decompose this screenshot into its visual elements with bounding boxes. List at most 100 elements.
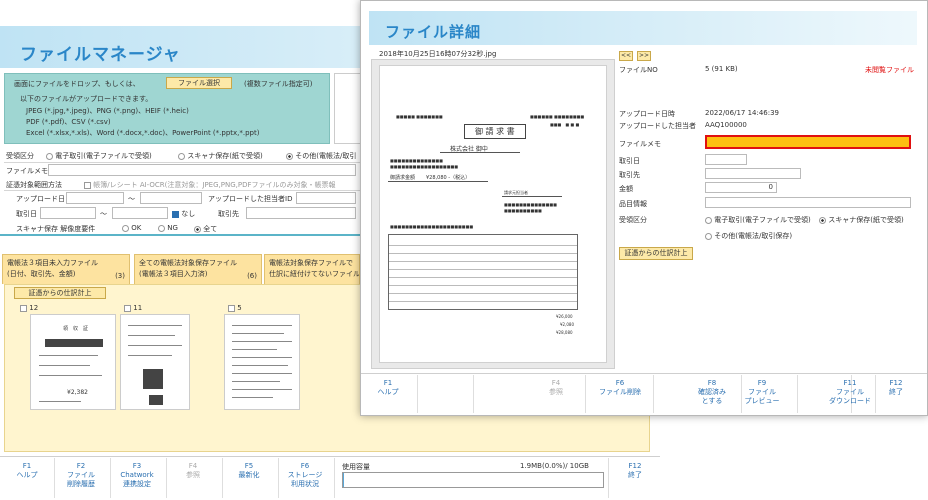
ai-ocr-option[interactable]: 帳簿/レシート AI-OCR(注意対象：JPEG,PNG,PDFファイルのみ対象… bbox=[84, 180, 336, 190]
fkey-label: ヘルプ bbox=[16, 471, 38, 479]
receive-type-electronic[interactable]: 電子取引(電子ファイルで受領) bbox=[46, 151, 152, 161]
upload-date-from[interactable] bbox=[66, 192, 124, 204]
f5-refresh-button[interactable]: F5 最新化 bbox=[222, 462, 276, 480]
partner-input[interactable] bbox=[246, 207, 356, 219]
file-no-value: 5 (91 KB) bbox=[705, 65, 738, 73]
thumb-line bbox=[39, 355, 99, 356]
thumb-line bbox=[232, 397, 274, 398]
tab-unlinked-files[interactable]: 電帳法対象保存ファイルで 仕訳に紐付けてないファイル bbox=[264, 254, 360, 284]
f1-help-button[interactable]: F1 ヘルプ bbox=[361, 379, 415, 397]
divider bbox=[653, 375, 654, 413]
fkey-label: 参照 bbox=[549, 388, 563, 396]
divider bbox=[473, 375, 474, 413]
checkbox-icon[interactable] bbox=[20, 304, 27, 312]
f1-help-button[interactable]: F1 ヘルプ bbox=[0, 462, 54, 480]
prev-file-button[interactable]: << bbox=[619, 51, 633, 61]
next-file-button[interactable]: >> bbox=[637, 51, 651, 61]
trade-date-to[interactable] bbox=[112, 207, 168, 219]
table-row bbox=[389, 285, 577, 286]
scanner-ng[interactable]: NG bbox=[158, 224, 178, 232]
receive-type-scanner[interactable]: スキャナ保存(紙で受領) bbox=[178, 151, 263, 161]
f4-reference-button[interactable]: F4 参照 bbox=[166, 462, 220, 480]
receive-type-other[interactable]: その他(電帳法/取引 bbox=[286, 151, 356, 161]
radio-icon[interactable] bbox=[705, 216, 712, 224]
evidence-journal-button[interactable]: 証憑からの仕訳計上 bbox=[619, 247, 693, 260]
f12-exit-button[interactable]: F12 終了 bbox=[608, 462, 662, 480]
thumb-line bbox=[39, 365, 90, 366]
receive-type-electronic[interactable]: 電子取引(電子ファイルで受領) bbox=[705, 215, 811, 225]
uploader-input[interactable] bbox=[296, 192, 356, 204]
file-no-label: ファイルNO bbox=[619, 66, 658, 74]
amount-input[interactable]: 0 bbox=[705, 182, 777, 193]
trade-date-from[interactable] bbox=[40, 207, 96, 219]
thumb-line bbox=[127, 355, 172, 356]
f3-chatwork-button[interactable]: F3 Chatwork 連携設定 bbox=[110, 462, 164, 489]
thumb-block bbox=[45, 339, 103, 347]
f6-storage-button[interactable]: F6 ストレージ 利用状況 bbox=[278, 462, 332, 489]
trade-date-input[interactable] bbox=[705, 154, 747, 165]
checkbox-icon[interactable] bbox=[228, 304, 235, 312]
receive-type-other[interactable]: その他(電帳法/取引保存) bbox=[705, 231, 792, 241]
doc-body-line: ■■■■■■■■■■■■■■ bbox=[390, 158, 443, 163]
fkey-key: F12 bbox=[628, 462, 642, 470]
f6-delete-file-button[interactable]: F6 ファイル削除 bbox=[593, 379, 647, 397]
scanner-requirement-label: スキャナ保存 解像度要件 bbox=[16, 225, 96, 233]
ok-label: OK bbox=[131, 224, 142, 232]
thumb-count: 11 bbox=[133, 304, 143, 312]
partner-input[interactable] bbox=[705, 168, 801, 179]
fkey-label: 削除履歴 bbox=[67, 480, 95, 488]
file-select-button[interactable]: ファイル選択 bbox=[166, 77, 232, 89]
thumb-header[interactable]: 11 bbox=[124, 304, 142, 312]
thumb-line bbox=[232, 381, 281, 382]
radio-selected-icon[interactable] bbox=[286, 152, 293, 160]
f4-reference-button[interactable]: F4 参照 bbox=[529, 379, 583, 397]
scanner-ok[interactable]: OK bbox=[122, 224, 141, 232]
radio-selected-icon[interactable] bbox=[819, 216, 826, 224]
f8-mark-confirmed-button[interactable]: F8 確認済み とする bbox=[685, 379, 739, 406]
partner-label: 取引先 bbox=[619, 171, 640, 179]
file-thumbnail-receipt[interactable]: 領 収 証 ¥2,382 bbox=[30, 314, 116, 410]
thumb-line bbox=[232, 333, 285, 334]
ai-ocr-label: 帳簿/レシート AI-OCR(注意対象：JPEG,PNG,PDFファイルのみ対象… bbox=[93, 181, 336, 189]
radio-selected-icon[interactable] bbox=[194, 225, 201, 233]
checkbox-checked-icon[interactable] bbox=[172, 210, 179, 218]
file-memo-input[interactable] bbox=[705, 135, 911, 149]
tab-all-saved-count: (6) bbox=[247, 272, 257, 280]
thumb-header[interactable]: 12 bbox=[20, 304, 38, 312]
f9-file-preview-button[interactable]: F9 ファイル プレビュー bbox=[735, 379, 789, 406]
tab-unfilled-files[interactable]: 電帳法３項目未入力ファイル (日付、取引先、金額) (3) bbox=[2, 254, 130, 284]
receive-type-scanner-label: スキャナ保存(紙で受領) bbox=[187, 152, 263, 160]
thumb-header[interactable]: 5 bbox=[228, 304, 242, 312]
checkbox-icon[interactable] bbox=[84, 181, 91, 189]
file-memo-label: ファイルメモ bbox=[6, 167, 48, 175]
filter-bottom-line bbox=[0, 234, 360, 236]
file-thumbnail-qr-receipt[interactable] bbox=[120, 314, 190, 410]
checkbox-icon[interactable] bbox=[124, 304, 131, 312]
table-row bbox=[389, 301, 577, 302]
storage-usage-value: 1.9MB(0.0%)/ 10GB bbox=[520, 462, 589, 470]
upload-date-to[interactable] bbox=[140, 192, 202, 204]
invoice-subtotal: ¥26,000 bbox=[556, 314, 573, 319]
file-memo-input[interactable] bbox=[48, 164, 356, 176]
thumb-line bbox=[232, 349, 277, 350]
radio-icon[interactable] bbox=[705, 232, 712, 240]
item-info-input[interactable] bbox=[705, 197, 911, 208]
f12-exit-button[interactable]: F12 終了 bbox=[869, 379, 923, 397]
trade-date-none[interactable]: なし bbox=[172, 209, 195, 219]
evidence-journal-button[interactable]: 証憑からの仕訳計上 bbox=[14, 287, 106, 299]
fkey-label: 参照 bbox=[186, 471, 200, 479]
radio-icon[interactable] bbox=[178, 152, 185, 160]
fkey-label: 連携設定 bbox=[123, 480, 151, 488]
file-thumbnail-statement[interactable] bbox=[224, 314, 300, 410]
thumb-line bbox=[232, 357, 292, 358]
f2-deleted-history-button[interactable]: F2 ファイル 削除履歴 bbox=[54, 462, 108, 489]
tab-all-saved-files[interactable]: 全ての電帳法対象保存ファイル (電帳法３項目入力済) (6) bbox=[134, 254, 262, 284]
radio-icon[interactable] bbox=[46, 152, 53, 160]
radio-icon[interactable] bbox=[122, 224, 129, 232]
receive-type-scanner[interactable]: スキャナ保存(紙で受領) bbox=[819, 215, 904, 225]
unviewed-file-badge: 未閲覧ファイル bbox=[865, 66, 914, 74]
radio-icon[interactable] bbox=[158, 224, 165, 232]
fkey-key: F5 bbox=[244, 462, 254, 470]
scanner-all[interactable]: 全て bbox=[194, 224, 217, 234]
invoice-tax: ¥2,080 bbox=[560, 322, 574, 327]
